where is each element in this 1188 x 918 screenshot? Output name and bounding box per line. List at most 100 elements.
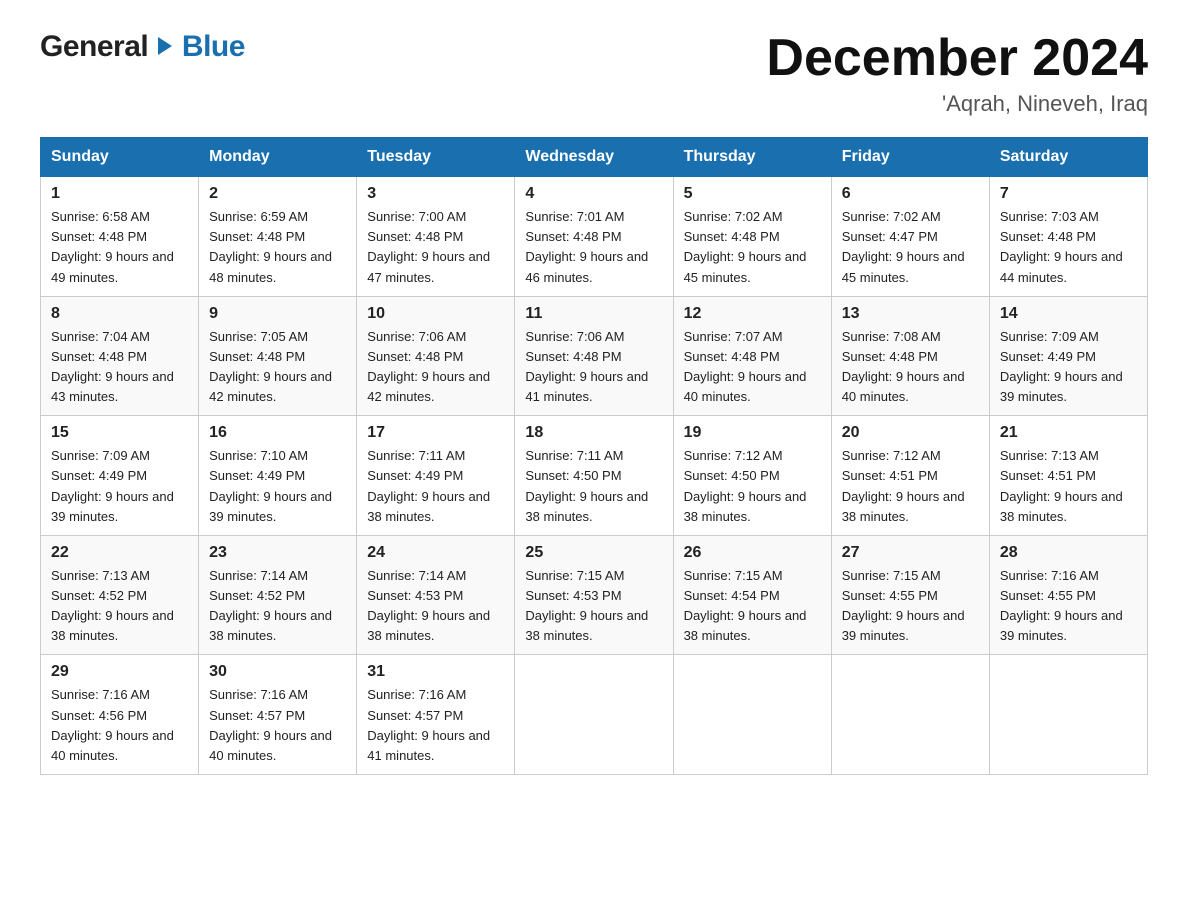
- day-number: 3: [367, 185, 504, 203]
- day-number: 31: [367, 663, 504, 681]
- day-cell: 13 Sunrise: 7:08 AMSunset: 4:48 PMDaylig…: [831, 296, 989, 416]
- col-monday: Monday: [199, 138, 357, 177]
- week-row-1: 1 Sunrise: 6:58 AMSunset: 4:48 PMDayligh…: [41, 177, 1148, 297]
- day-cell: 24 Sunrise: 7:14 AMSunset: 4:53 PMDaylig…: [357, 535, 515, 655]
- day-cell: 10 Sunrise: 7:06 AMSunset: 4:48 PMDaylig…: [357, 296, 515, 416]
- day-info: Sunrise: 6:58 AMSunset: 4:48 PMDaylight:…: [51, 209, 174, 284]
- day-info: Sunrise: 7:14 AMSunset: 4:52 PMDaylight:…: [209, 568, 332, 643]
- day-number: 14: [1000, 305, 1137, 323]
- location: 'Aqrah, Nineveh, Iraq: [766, 91, 1148, 117]
- day-info: Sunrise: 7:11 AMSunset: 4:50 PMDaylight:…: [525, 448, 648, 523]
- day-number: 8: [51, 305, 188, 323]
- day-cell: 16 Sunrise: 7:10 AMSunset: 4:49 PMDaylig…: [199, 416, 357, 536]
- day-info: Sunrise: 7:16 AMSunset: 4:56 PMDaylight:…: [51, 687, 174, 762]
- day-info: Sunrise: 7:06 AMSunset: 4:48 PMDaylight:…: [367, 329, 490, 404]
- day-cell: 3 Sunrise: 7:00 AMSunset: 4:48 PMDayligh…: [357, 177, 515, 297]
- day-info: Sunrise: 7:14 AMSunset: 4:53 PMDaylight:…: [367, 568, 490, 643]
- day-number: 13: [842, 305, 979, 323]
- calendar-table: Sunday Monday Tuesday Wednesday Thursday…: [40, 137, 1148, 775]
- day-cell: 30 Sunrise: 7:16 AMSunset: 4:57 PMDaylig…: [199, 655, 357, 775]
- title-section: December 2024 'Aqrah, Nineveh, Iraq: [766, 30, 1148, 117]
- day-cell: 25 Sunrise: 7:15 AMSunset: 4:53 PMDaylig…: [515, 535, 673, 655]
- day-number: 17: [367, 424, 504, 442]
- day-info: Sunrise: 6:59 AMSunset: 4:48 PMDaylight:…: [209, 209, 332, 284]
- day-number: 28: [1000, 544, 1137, 562]
- day-info: Sunrise: 7:09 AMSunset: 4:49 PMDaylight:…: [1000, 329, 1123, 404]
- day-info: Sunrise: 7:02 AMSunset: 4:48 PMDaylight:…: [684, 209, 807, 284]
- day-number: 22: [51, 544, 188, 562]
- day-number: 27: [842, 544, 979, 562]
- day-info: Sunrise: 7:11 AMSunset: 4:49 PMDaylight:…: [367, 448, 490, 523]
- col-tuesday: Tuesday: [357, 138, 515, 177]
- day-info: Sunrise: 7:12 AMSunset: 4:50 PMDaylight:…: [684, 448, 807, 523]
- day-info: Sunrise: 7:07 AMSunset: 4:48 PMDaylight:…: [684, 329, 807, 404]
- day-cell: 17 Sunrise: 7:11 AMSunset: 4:49 PMDaylig…: [357, 416, 515, 536]
- day-info: Sunrise: 7:03 AMSunset: 4:48 PMDaylight:…: [1000, 209, 1123, 284]
- day-info: Sunrise: 7:04 AMSunset: 4:48 PMDaylight:…: [51, 329, 174, 404]
- col-sunday: Sunday: [41, 138, 199, 177]
- day-number: 10: [367, 305, 504, 323]
- week-row-5: 29 Sunrise: 7:16 AMSunset: 4:56 PMDaylig…: [41, 655, 1148, 775]
- day-number: 29: [51, 663, 188, 681]
- day-cell: 6 Sunrise: 7:02 AMSunset: 4:47 PMDayligh…: [831, 177, 989, 297]
- day-info: Sunrise: 7:08 AMSunset: 4:48 PMDaylight:…: [842, 329, 965, 404]
- day-info: Sunrise: 7:16 AMSunset: 4:55 PMDaylight:…: [1000, 568, 1123, 643]
- day-cell: 28 Sunrise: 7:16 AMSunset: 4:55 PMDaylig…: [989, 535, 1147, 655]
- day-cell: 18 Sunrise: 7:11 AMSunset: 4:50 PMDaylig…: [515, 416, 673, 536]
- day-number: 5: [684, 185, 821, 203]
- day-number: 26: [684, 544, 821, 562]
- day-cell: 8 Sunrise: 7:04 AMSunset: 4:48 PMDayligh…: [41, 296, 199, 416]
- day-cell: 11 Sunrise: 7:06 AMSunset: 4:48 PMDaylig…: [515, 296, 673, 416]
- logo-text: General Blue: [40, 30, 245, 64]
- header-row: Sunday Monday Tuesday Wednesday Thursday…: [41, 138, 1148, 177]
- day-number: 7: [1000, 185, 1137, 203]
- day-cell: 26 Sunrise: 7:15 AMSunset: 4:54 PMDaylig…: [673, 535, 831, 655]
- day-cell: 22 Sunrise: 7:13 AMSunset: 4:52 PMDaylig…: [41, 535, 199, 655]
- day-number: 23: [209, 544, 346, 562]
- day-cell: 7 Sunrise: 7:03 AMSunset: 4:48 PMDayligh…: [989, 177, 1147, 297]
- day-info: Sunrise: 7:16 AMSunset: 4:57 PMDaylight:…: [367, 687, 490, 762]
- day-info: Sunrise: 7:06 AMSunset: 4:48 PMDaylight:…: [525, 329, 648, 404]
- day-cell: 4 Sunrise: 7:01 AMSunset: 4:48 PMDayligh…: [515, 177, 673, 297]
- day-cell: [515, 655, 673, 775]
- day-info: Sunrise: 7:15 AMSunset: 4:55 PMDaylight:…: [842, 568, 965, 643]
- day-number: 16: [209, 424, 346, 442]
- day-info: Sunrise: 7:09 AMSunset: 4:49 PMDaylight:…: [51, 448, 174, 523]
- day-cell: [989, 655, 1147, 775]
- day-number: 1: [51, 185, 188, 203]
- page-header: General Blue December 2024 'Aqrah, Ninev…: [40, 30, 1148, 117]
- day-cell: 21 Sunrise: 7:13 AMSunset: 4:51 PMDaylig…: [989, 416, 1147, 536]
- month-title: December 2024: [766, 30, 1148, 87]
- day-cell: 1 Sunrise: 6:58 AMSunset: 4:48 PMDayligh…: [41, 177, 199, 297]
- day-number: 2: [209, 185, 346, 203]
- logo-arrow-icon: [158, 37, 172, 55]
- day-number: 21: [1000, 424, 1137, 442]
- day-number: 30: [209, 663, 346, 681]
- day-number: 11: [525, 305, 662, 323]
- day-number: 9: [209, 305, 346, 323]
- day-number: 15: [51, 424, 188, 442]
- day-info: Sunrise: 7:02 AMSunset: 4:47 PMDaylight:…: [842, 209, 965, 284]
- day-info: Sunrise: 7:01 AMSunset: 4:48 PMDaylight:…: [525, 209, 648, 284]
- day-cell: 9 Sunrise: 7:05 AMSunset: 4:48 PMDayligh…: [199, 296, 357, 416]
- day-number: 19: [684, 424, 821, 442]
- day-number: 20: [842, 424, 979, 442]
- col-friday: Friday: [831, 138, 989, 177]
- day-info: Sunrise: 7:00 AMSunset: 4:48 PMDaylight:…: [367, 209, 490, 284]
- day-cell: 29 Sunrise: 7:16 AMSunset: 4:56 PMDaylig…: [41, 655, 199, 775]
- day-info: Sunrise: 7:13 AMSunset: 4:51 PMDaylight:…: [1000, 448, 1123, 523]
- day-cell: 19 Sunrise: 7:12 AMSunset: 4:50 PMDaylig…: [673, 416, 831, 536]
- day-cell: 23 Sunrise: 7:14 AMSunset: 4:52 PMDaylig…: [199, 535, 357, 655]
- day-cell: 14 Sunrise: 7:09 AMSunset: 4:49 PMDaylig…: [989, 296, 1147, 416]
- day-info: Sunrise: 7:10 AMSunset: 4:49 PMDaylight:…: [209, 448, 332, 523]
- week-row-4: 22 Sunrise: 7:13 AMSunset: 4:52 PMDaylig…: [41, 535, 1148, 655]
- day-cell: 2 Sunrise: 6:59 AMSunset: 4:48 PMDayligh…: [199, 177, 357, 297]
- day-number: 12: [684, 305, 821, 323]
- week-row-2: 8 Sunrise: 7:04 AMSunset: 4:48 PMDayligh…: [41, 296, 1148, 416]
- day-info: Sunrise: 7:16 AMSunset: 4:57 PMDaylight:…: [209, 687, 332, 762]
- day-info: Sunrise: 7:13 AMSunset: 4:52 PMDaylight:…: [51, 568, 174, 643]
- day-number: 4: [525, 185, 662, 203]
- day-cell: [673, 655, 831, 775]
- week-row-3: 15 Sunrise: 7:09 AMSunset: 4:49 PMDaylig…: [41, 416, 1148, 536]
- day-info: Sunrise: 7:05 AMSunset: 4:48 PMDaylight:…: [209, 329, 332, 404]
